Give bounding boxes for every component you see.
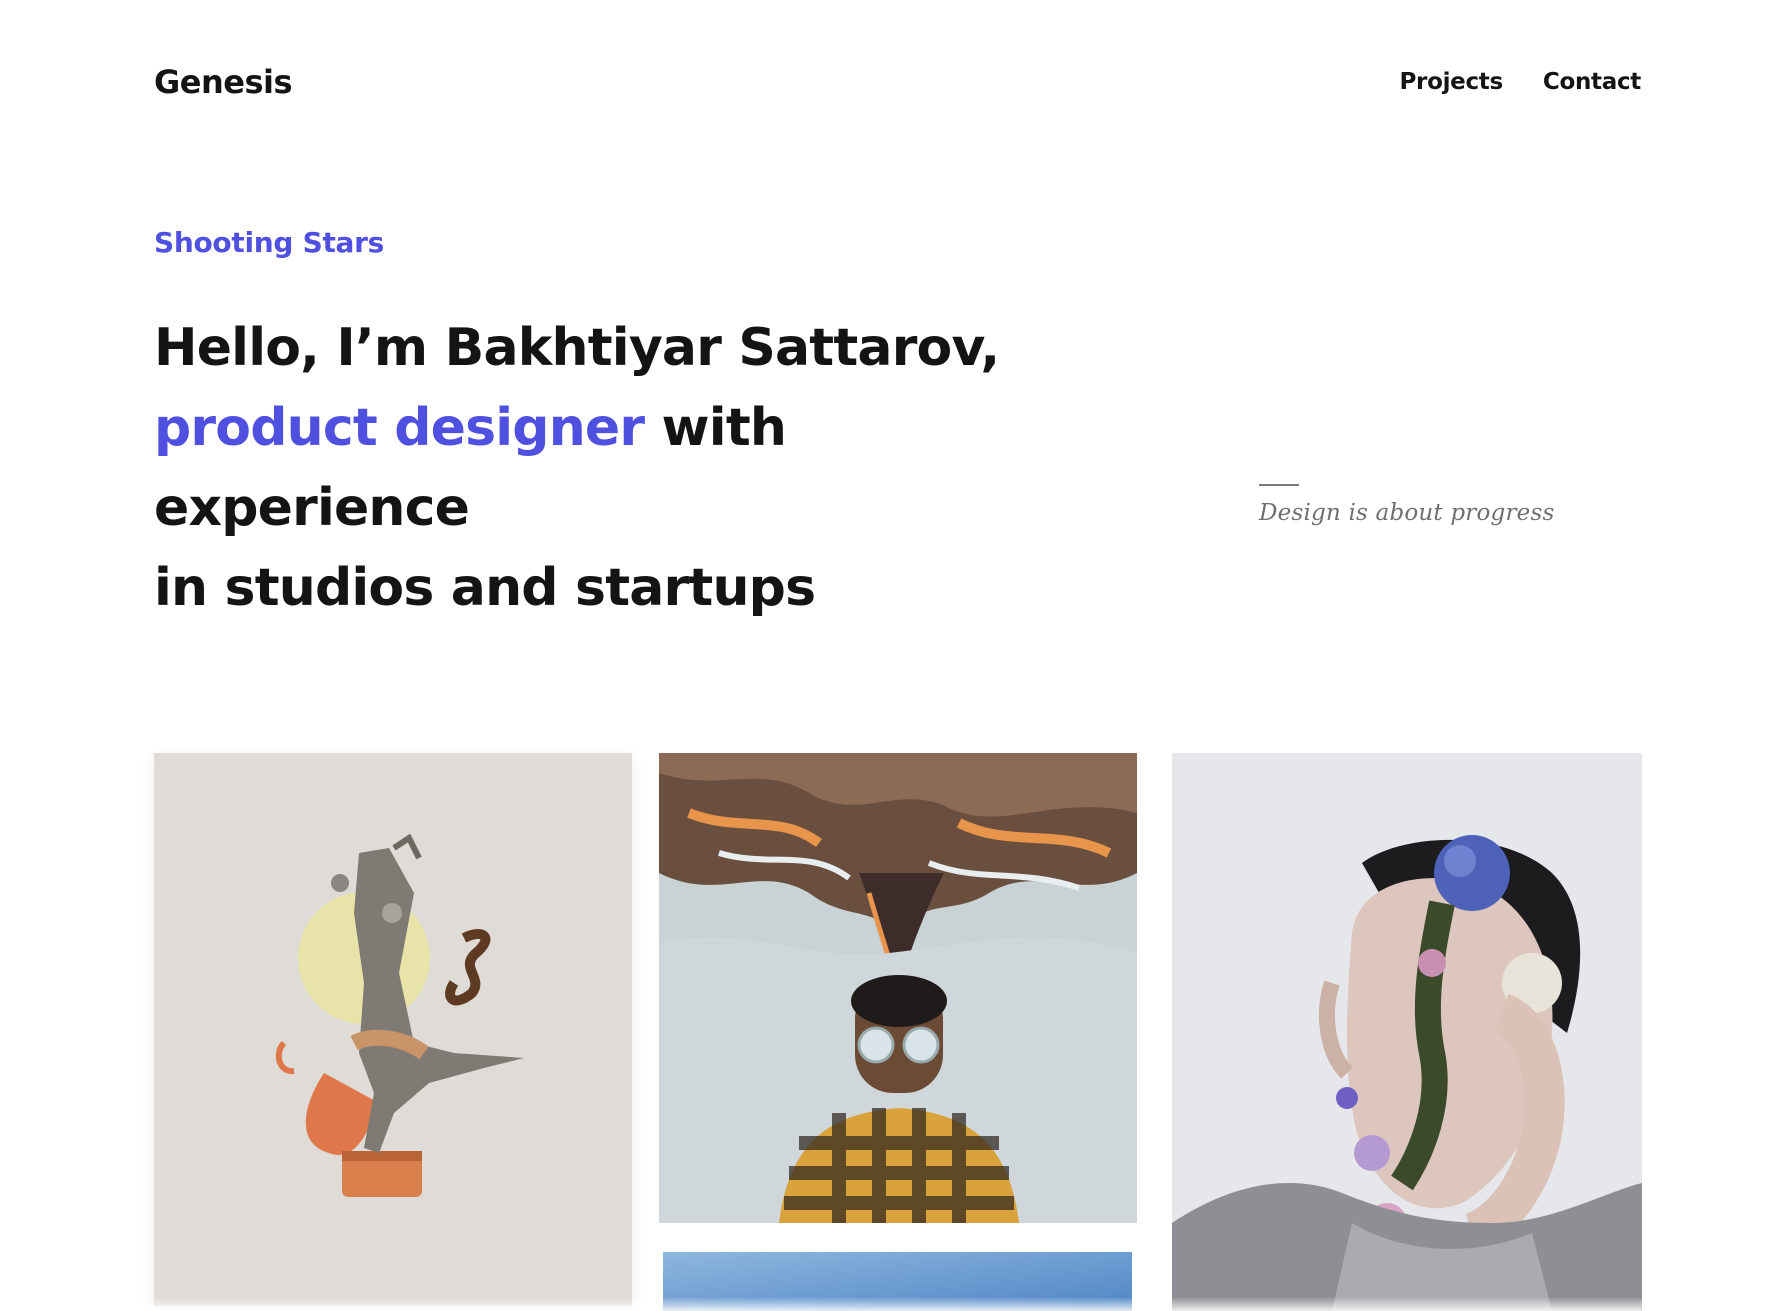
tagline-divider — [1259, 484, 1299, 486]
gallery-tile-dancer-collage[interactable] — [154, 753, 632, 1306]
hero-line-3: in studios and startups — [154, 558, 816, 618]
gallery-tile-flower-portrait[interactable] — [1172, 753, 1642, 1311]
hero-heading: Hello, I’m Bakhtiyar Sattarov, product d… — [154, 308, 1054, 628]
site-header: Genesis Projects Contact — [154, 58, 1641, 106]
tagline: Design is about progress — [1259, 500, 1555, 526]
flower-portrait-image — [1172, 753, 1642, 1311]
swirl-portrait-image — [659, 753, 1137, 1223]
gallery-tile-swirl-portrait[interactable] — [659, 753, 1137, 1223]
nav-projects-link[interactable]: Projects — [1399, 69, 1503, 95]
dancer-collage-image — [154, 753, 632, 1306]
brand-logo[interactable]: Genesis — [154, 63, 293, 101]
hero-line-1: Hello, I’m Bakhtiyar Sattarov, — [154, 318, 1000, 378]
nav-contact-link[interactable]: Contact — [1543, 69, 1641, 95]
main-nav: Projects Contact — [1399, 69, 1641, 95]
hero-accent-role: product designer — [154, 398, 645, 458]
sky-image — [663, 1252, 1132, 1311]
gallery-tile-sky[interactable] — [663, 1252, 1132, 1311]
hero-eyebrow: Shooting Stars — [154, 226, 384, 259]
